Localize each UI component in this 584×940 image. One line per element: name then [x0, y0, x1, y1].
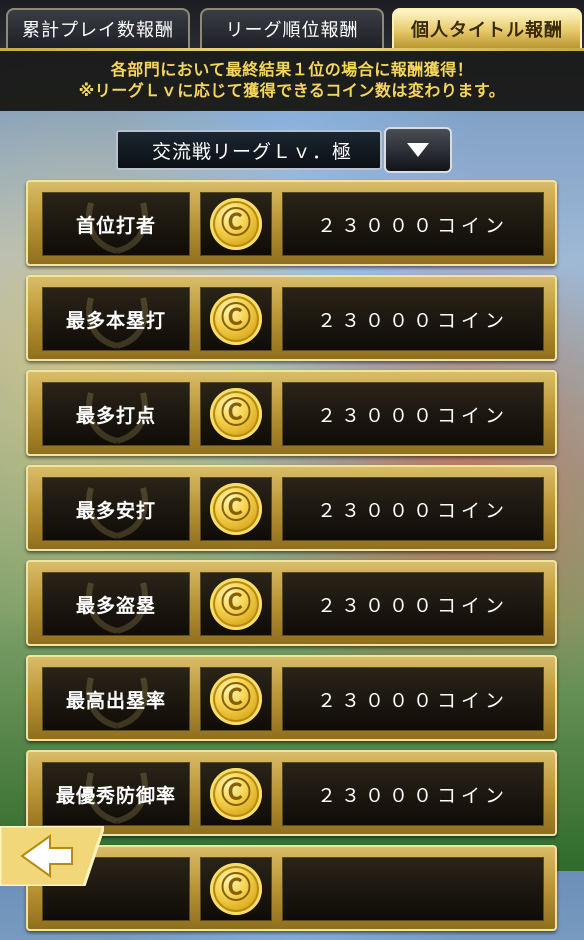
tab-bar: 累計プレイ数報酬 リーグ順位報酬 個人タイトル報酬: [0, 0, 584, 51]
title-cell: 最多本塁打: [42, 287, 190, 351]
coin-cell: Ⓒ: [200, 857, 272, 921]
notice-line-1: 各部門において最終結果１位の場合に報酬獲得！: [110, 60, 474, 79]
dropdown-button[interactable]: [384, 127, 452, 173]
coin-icon: Ⓒ: [210, 388, 262, 440]
reward-row: Ⓒ: [26, 845, 557, 931]
back-arrow-button[interactable]: [0, 826, 104, 886]
coin-cell: Ⓒ: [200, 762, 272, 826]
reward-amount: ２３０００コイン: [282, 382, 544, 446]
title-cell: 最多打点: [42, 382, 190, 446]
title-label: 最多盗塁: [75, 594, 156, 617]
reward-amount: ２３０００コイン: [282, 762, 544, 826]
title-cell: 首位打者: [42, 192, 190, 256]
coin-icon: Ⓒ: [210, 198, 262, 250]
reward-row: 最多安打 Ⓒ ２３０００コイン: [26, 465, 557, 551]
title-label: 最多打点: [75, 404, 156, 427]
coin-cell: Ⓒ: [200, 192, 272, 256]
coin-cell: Ⓒ: [200, 382, 272, 446]
title-label: 最多本塁打: [65, 309, 166, 332]
coin-cell: Ⓒ: [200, 477, 272, 541]
coin-icon: Ⓒ: [210, 483, 262, 535]
tab-league-rank-reward[interactable]: リーグ順位報酬: [200, 8, 384, 48]
title-label: 最優秀防御率: [55, 784, 176, 807]
notice-banner: 各部門において最終結果１位の場合に報酬獲得！ ※リーグＬｖに応じて獲得できるコイ…: [0, 51, 584, 111]
coin-icon: Ⓒ: [210, 578, 262, 630]
reward-amount: ２３０００コイン: [282, 287, 544, 351]
reward-row: 最多盗塁 Ⓒ ２３０００コイン: [26, 560, 557, 646]
reward-amount: ２３０００コイン: [282, 572, 544, 636]
title-label: 最高出塁率: [65, 689, 166, 712]
reward-amount: ２３０００コイン: [282, 477, 544, 541]
coin-cell: Ⓒ: [200, 572, 272, 636]
reward-amount: ２３０００コイン: [282, 667, 544, 731]
league-level-value[interactable]: 交流戦リーグＬｖ．極: [116, 130, 382, 170]
coin-icon: Ⓒ: [210, 673, 262, 725]
coin-cell: Ⓒ: [200, 667, 272, 731]
coin-icon: Ⓒ: [210, 293, 262, 345]
title-cell: 最優秀防御率: [42, 762, 190, 826]
tab-individual-title-reward[interactable]: 個人タイトル報酬: [392, 8, 582, 48]
title-cell: 最高出塁率: [42, 667, 190, 731]
reward-amount: ２３０００コイン: [282, 192, 544, 256]
coin-cell: Ⓒ: [200, 287, 272, 351]
title-label: 最多安打: [75, 499, 156, 522]
title-label: 首位打者: [75, 214, 156, 237]
league-level-select[interactable]: 交流戦リーグＬｖ．極: [116, 127, 452, 173]
reward-row: 最多本塁打 Ⓒ ２３０００コイン: [26, 275, 557, 361]
title-cell: 最多安打: [42, 477, 190, 541]
chevron-down-icon: [407, 143, 429, 157]
reward-row: 首位打者 Ⓒ ２３０００コイン: [26, 180, 557, 266]
coin-icon: Ⓒ: [210, 768, 262, 820]
reward-row: 最多打点 Ⓒ ２３０００コイン: [26, 370, 557, 456]
reward-row: 最優秀防御率 Ⓒ ２３０００コイン: [26, 750, 557, 836]
notice-line-2: ※リーグＬｖに応じて獲得できるコイン数は変わります。: [78, 81, 506, 100]
reward-list: 首位打者 Ⓒ ２３０００コイン 最多本塁打 Ⓒ ２３０００コイン 最多打点 Ⓒ …: [26, 180, 557, 940]
reward-amount: [282, 857, 544, 921]
title-cell: 最多盗塁: [42, 572, 190, 636]
reward-row: 最高出塁率 Ⓒ ２３０００コイン: [26, 655, 557, 741]
tab-cumulative-play-reward[interactable]: 累計プレイ数報酬: [6, 8, 190, 48]
